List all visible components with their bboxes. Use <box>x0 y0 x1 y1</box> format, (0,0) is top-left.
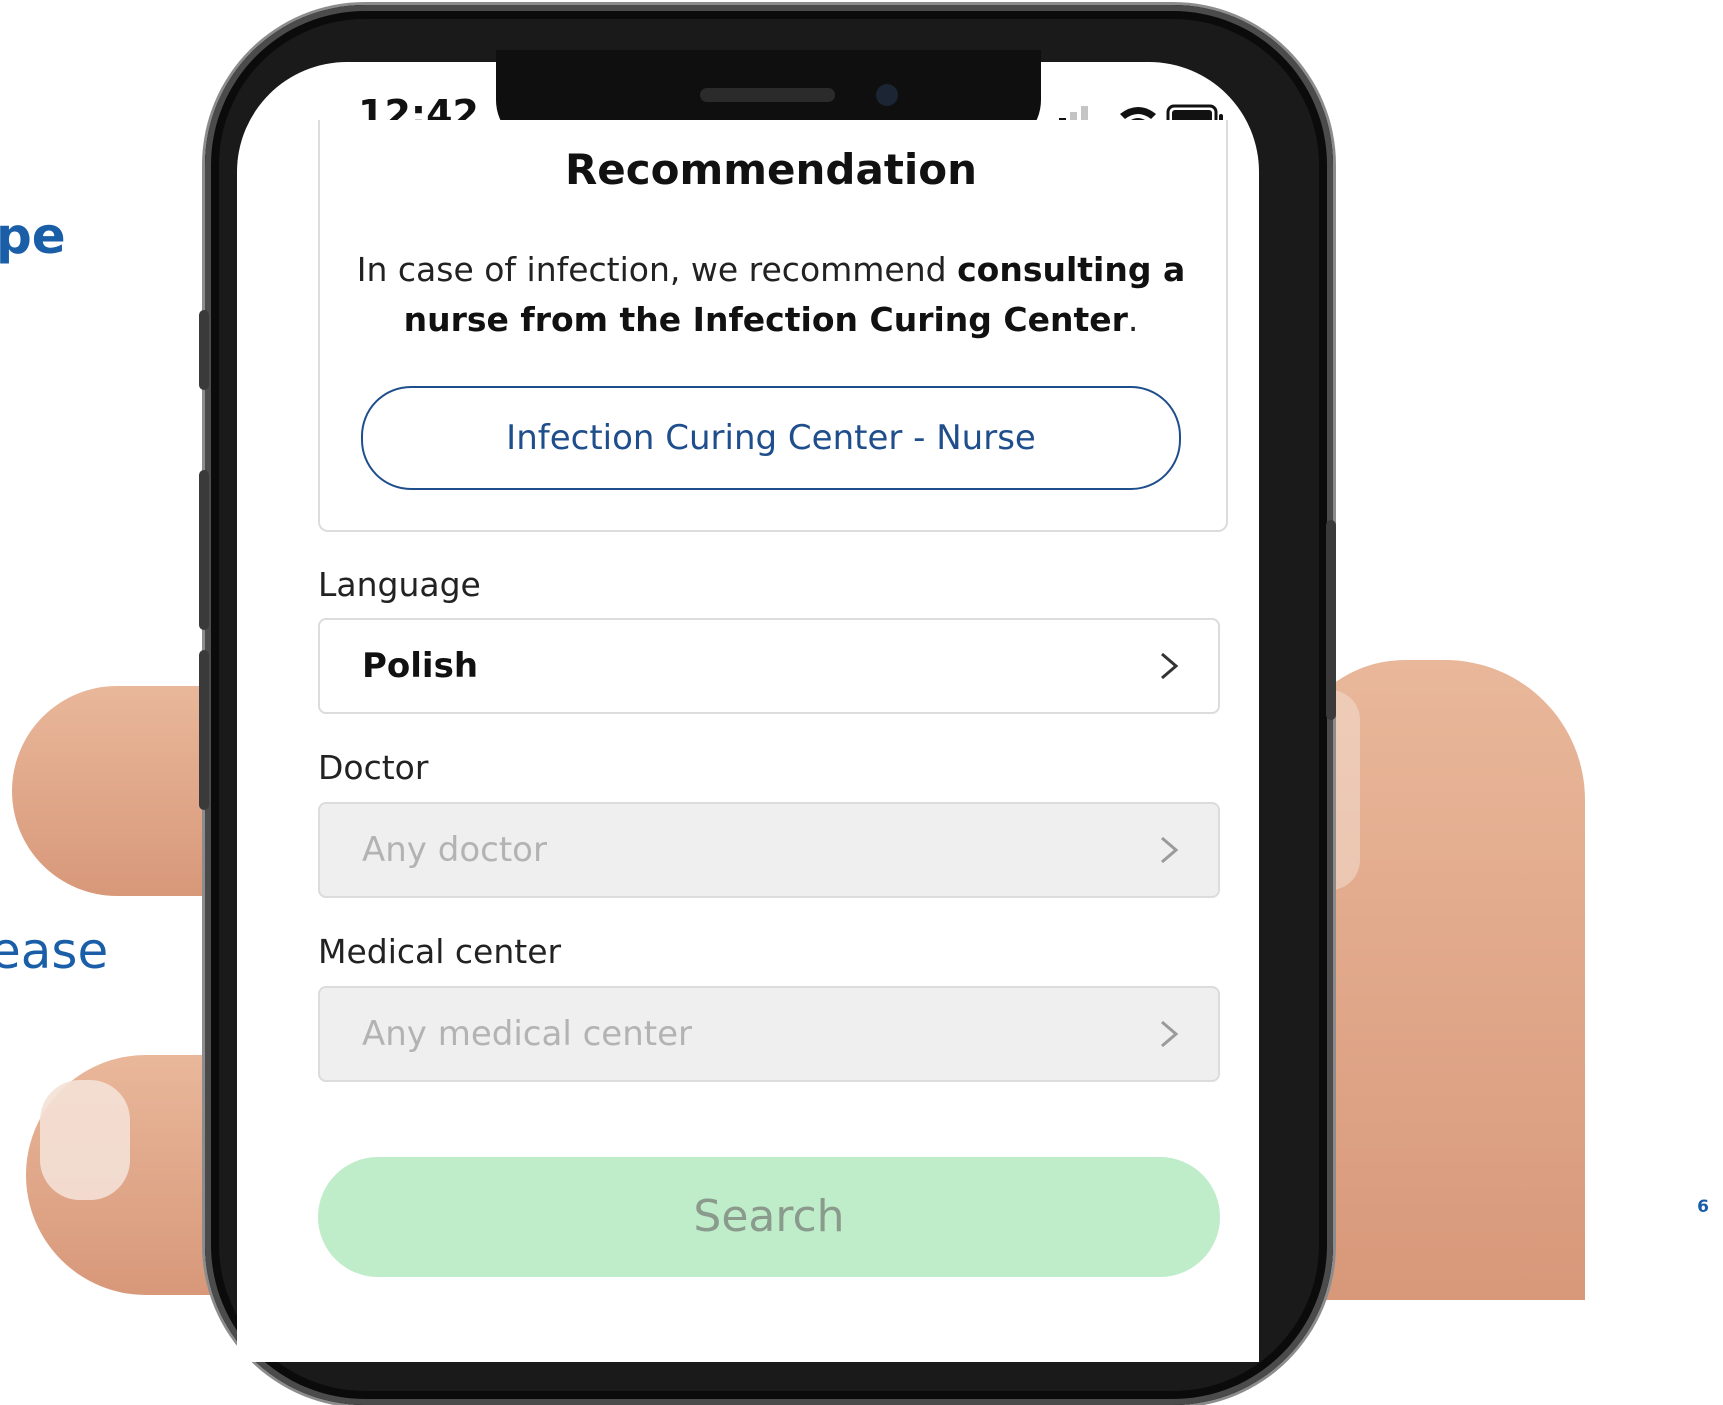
speaker-grille <box>700 88 835 102</box>
recommendation-text: In case of infection, we recommend consu… <box>356 250 1186 339</box>
page-number: 6 <box>1697 1197 1709 1217</box>
language-label: Language <box>318 565 481 604</box>
power-button <box>1326 520 1336 720</box>
volume-button <box>199 470 209 630</box>
chevron-right-icon <box>1161 652 1179 680</box>
volume-button <box>199 310 209 390</box>
doctor-label: Doctor <box>318 748 429 787</box>
language-value: Polish <box>362 646 479 686</box>
chevron-right-icon <box>1161 1020 1179 1048</box>
left-thumb-nail <box>40 1080 130 1200</box>
chevron-right-icon <box>1161 836 1179 864</box>
recommendation-title: Recommendation <box>564 145 978 194</box>
slide-text-fragment: ease <box>0 922 109 980</box>
language-select[interactable]: Polish <box>318 618 1220 714</box>
medical-center-placeholder: Any medical center <box>362 1014 692 1054</box>
doctor-select[interactable]: Any doctor <box>318 802 1220 898</box>
slide-text-fragment: pe <box>0 207 66 265</box>
medical-center-label: Medical center <box>318 932 562 971</box>
front-camera <box>876 84 898 106</box>
search-button[interactable]: Search <box>318 1157 1220 1277</box>
infection-curing-center-nurse-button[interactable]: Infection Curing Center - Nurse <box>361 386 1181 490</box>
doctor-placeholder: Any doctor <box>362 830 547 870</box>
medical-center-select[interactable]: Any medical center <box>318 986 1220 1082</box>
volume-button <box>199 650 209 810</box>
